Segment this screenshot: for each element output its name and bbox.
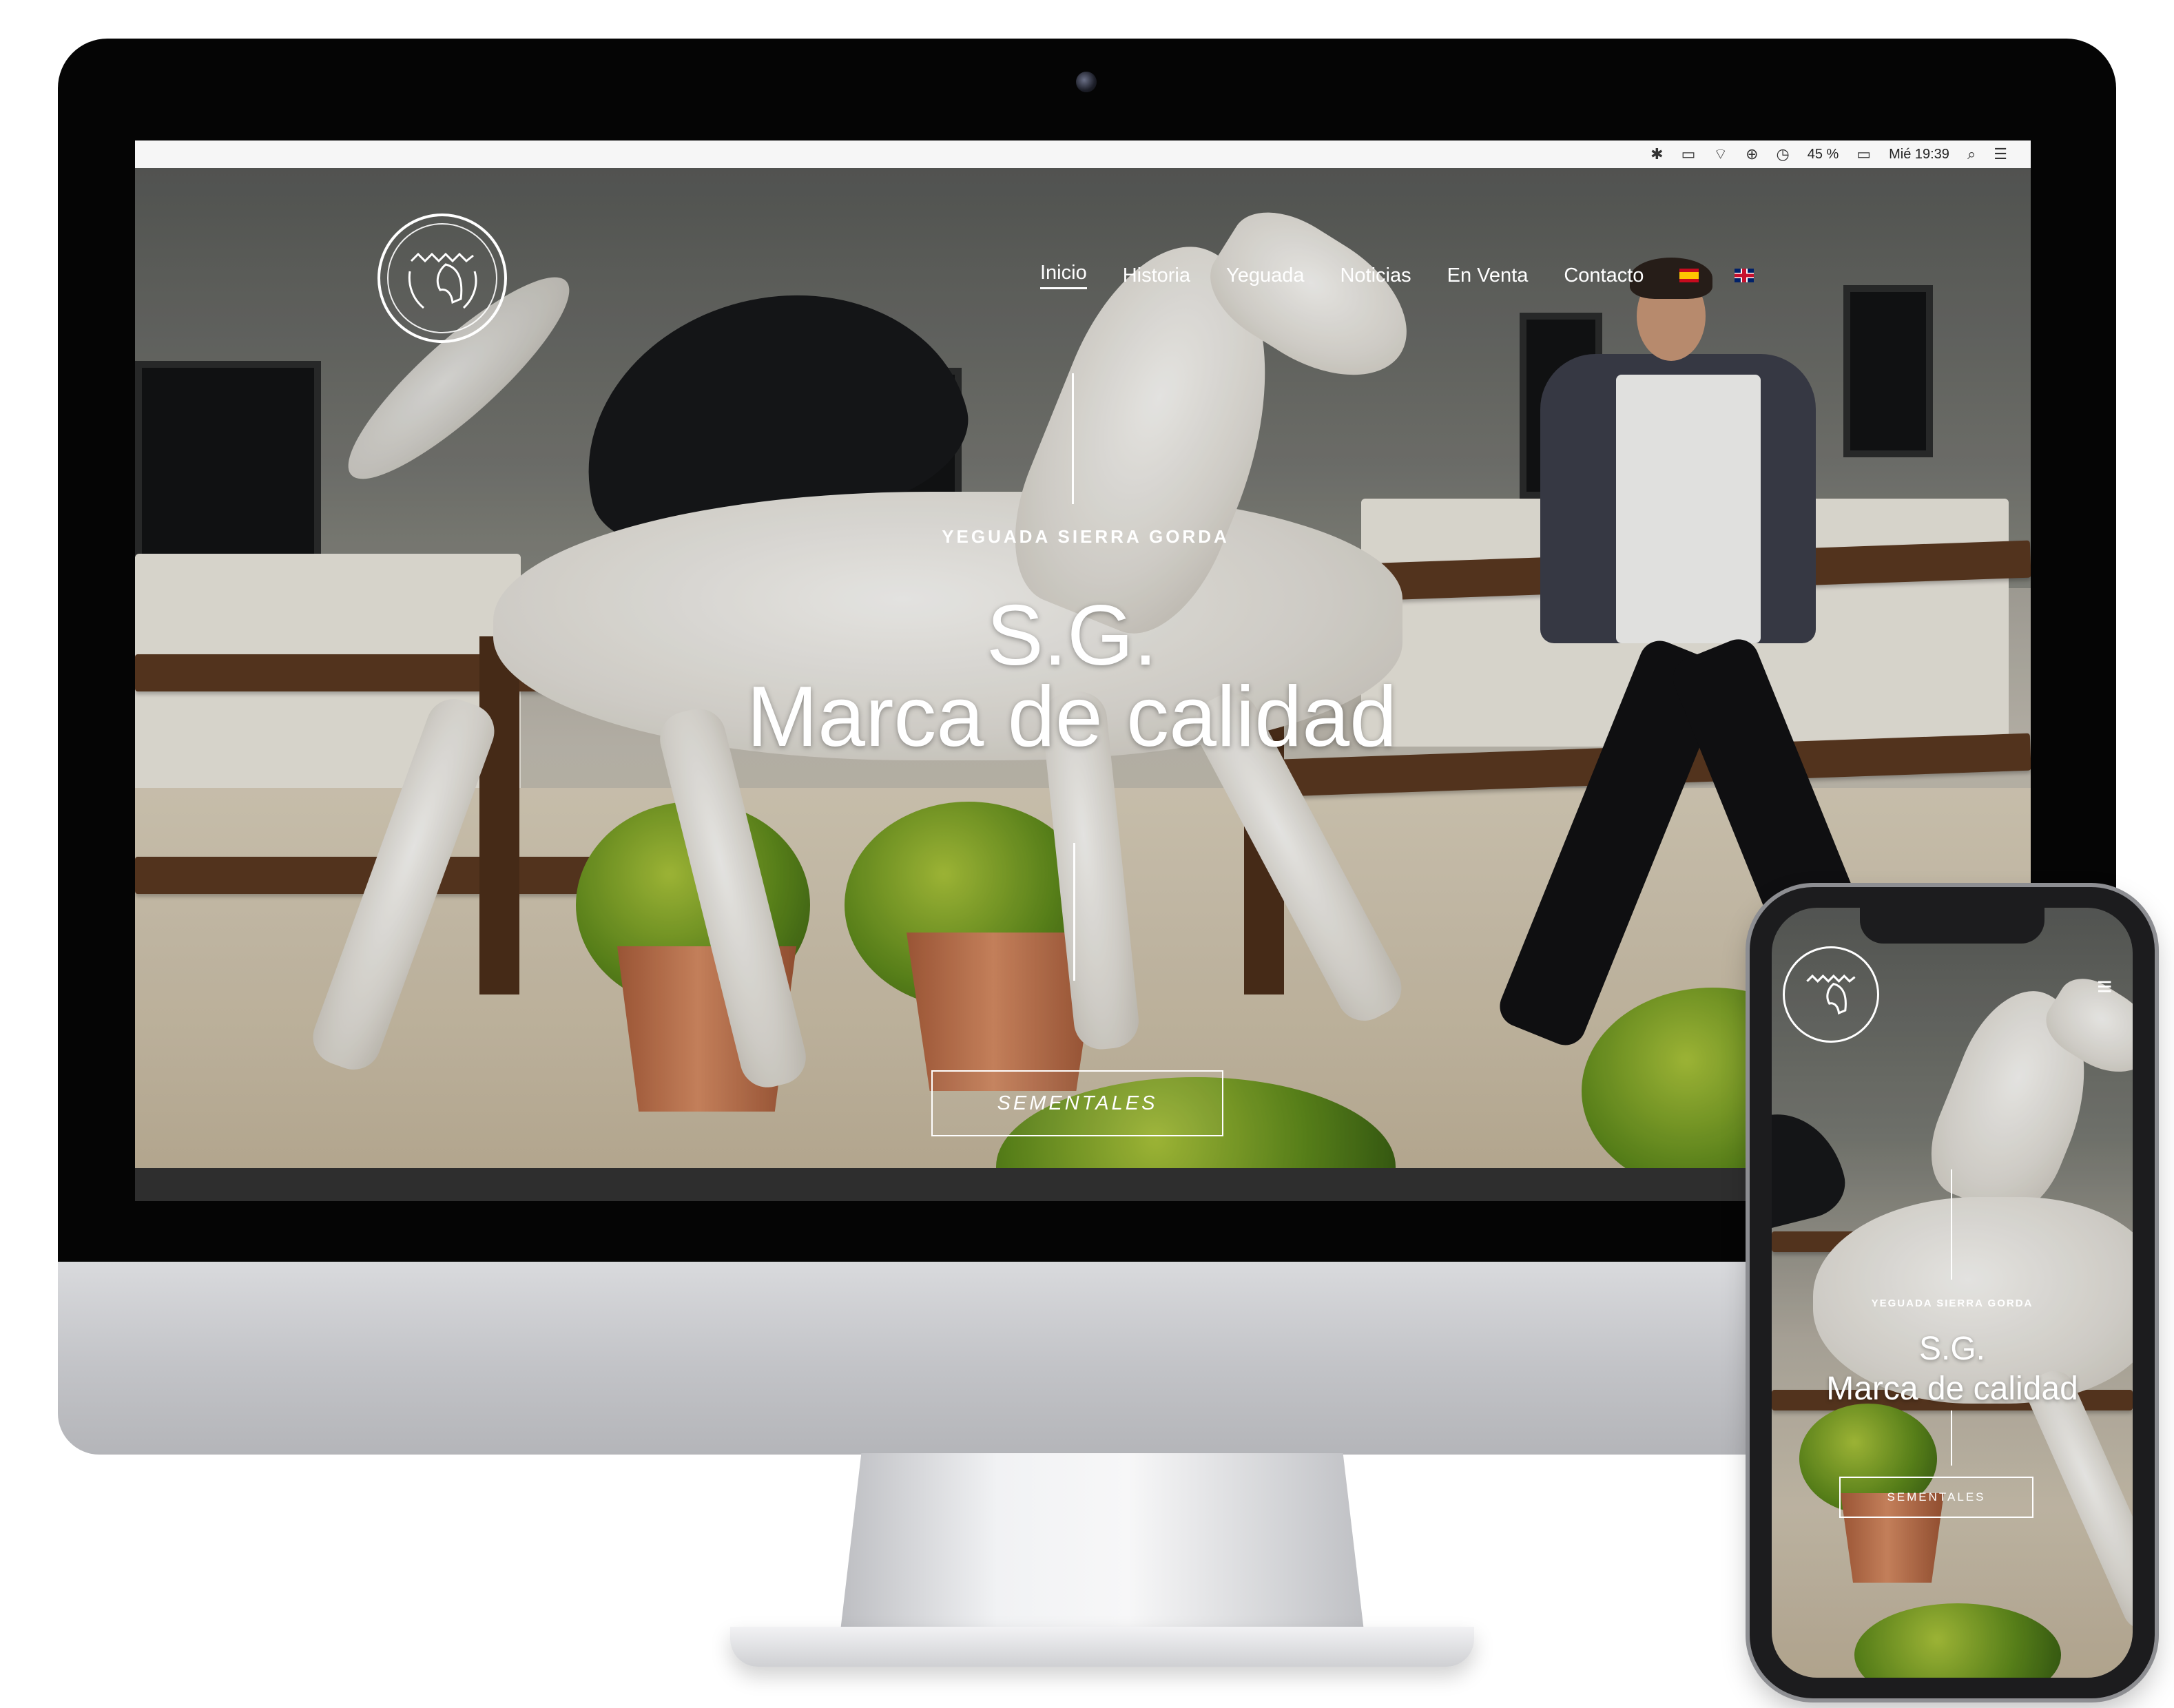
phone-notch (1860, 908, 2044, 944)
hero-headline-line1: S.G. (986, 588, 1158, 683)
mobile-screen: ≡ YEGUADA SIERRA GORDA S.G. Marca de cal… (1772, 908, 2133, 1678)
nav-item-noticias[interactable]: Noticias (1340, 264, 1411, 287)
nav-item-en-venta[interactable]: En Venta (1447, 264, 1529, 287)
desktop-screen: ✱ ▭ ⌔ ⊕ ◷ 45 % ▭ Mié 19:39 ⌕ ☰ Inicio Hi… (135, 140, 2031, 1201)
wifi-icon[interactable]: ⌔ (1713, 145, 1728, 164)
bluetooth-icon[interactable]: ✱ (1650, 145, 1663, 163)
battery-icon[interactable]: ▭ (1856, 145, 1871, 163)
decorative-line (1951, 1169, 1952, 1280)
mobile-hero-headline: S.G. Marca de calidad (1772, 1329, 2133, 1409)
iphone-frame: ≡ YEGUADA SIERRA GORDA S.G. Marca de cal… (1750, 887, 2155, 1698)
es-flag-icon[interactable] (1679, 269, 1699, 282)
spotlight-search-icon[interactable]: ⌕ (1967, 145, 1976, 163)
time-machine-icon[interactable]: ◷ (1777, 145, 1790, 163)
nav-item-historia[interactable]: Historia (1123, 264, 1190, 287)
mobile-sementales-button[interactable]: SEMENTALES (1839, 1477, 2033, 1518)
imac-foot (730, 1627, 1474, 1667)
mobile-headline-line1: S.G. (1918, 1331, 1986, 1367)
horse-head-logo-icon (1806, 974, 1856, 1015)
decorative-line (1073, 843, 1075, 981)
main-nav: Inicio Historia Yeguada Noticias En Vent… (1040, 262, 1754, 289)
page-strip (135, 1168, 2031, 1201)
hamburger-icon[interactable]: ≡ (2097, 974, 2119, 1000)
notification-center-icon[interactable]: ☰ (1994, 145, 2007, 163)
menubar-clock[interactable]: Mié 19:39 (1889, 147, 1949, 163)
mobile-site-logo[interactable] (1783, 946, 1879, 1043)
hero-section: Inicio Historia Yeguada Noticias En Vent… (135, 168, 2031, 1168)
decorative-line (1951, 1410, 1952, 1466)
battery-percent: 45 % (1807, 146, 1839, 162)
mobile-headline-line2: Marca de calidad (1826, 1371, 2078, 1407)
camera-icon (1076, 72, 1097, 92)
horse-head-logo-icon (408, 252, 477, 309)
macos-menubar: ✱ ▭ ⌔ ⊕ ◷ 45 % ▭ Mié 19:39 ⌕ ☰ (135, 140, 2031, 168)
hero-headline-line2: Marca de calidad (746, 669, 1398, 764)
mobile-hero-eyebrow: YEGUADA SIERRA GORDA (1871, 1298, 2033, 1309)
site-logo[interactable] (377, 214, 507, 343)
airplay-icon[interactable]: ▭ (1681, 145, 1696, 163)
vpn-icon[interactable]: ⊕ (1746, 145, 1758, 163)
hero-eyebrow: YEGUADA SIERRA GORDA (942, 526, 1230, 547)
uk-flag-icon[interactable] (1735, 269, 1754, 282)
decorative-line (1072, 373, 1074, 504)
nav-item-inicio[interactable]: Inicio (1040, 262, 1087, 289)
hero-headline: S.G. Marca de calidad (548, 588, 1595, 764)
nav-item-contacto[interactable]: Contacto (1564, 264, 1644, 287)
sementales-button[interactable]: SEMENTALES (931, 1070, 1223, 1136)
nav-item-yeguada[interactable]: Yeguada (1226, 264, 1304, 287)
